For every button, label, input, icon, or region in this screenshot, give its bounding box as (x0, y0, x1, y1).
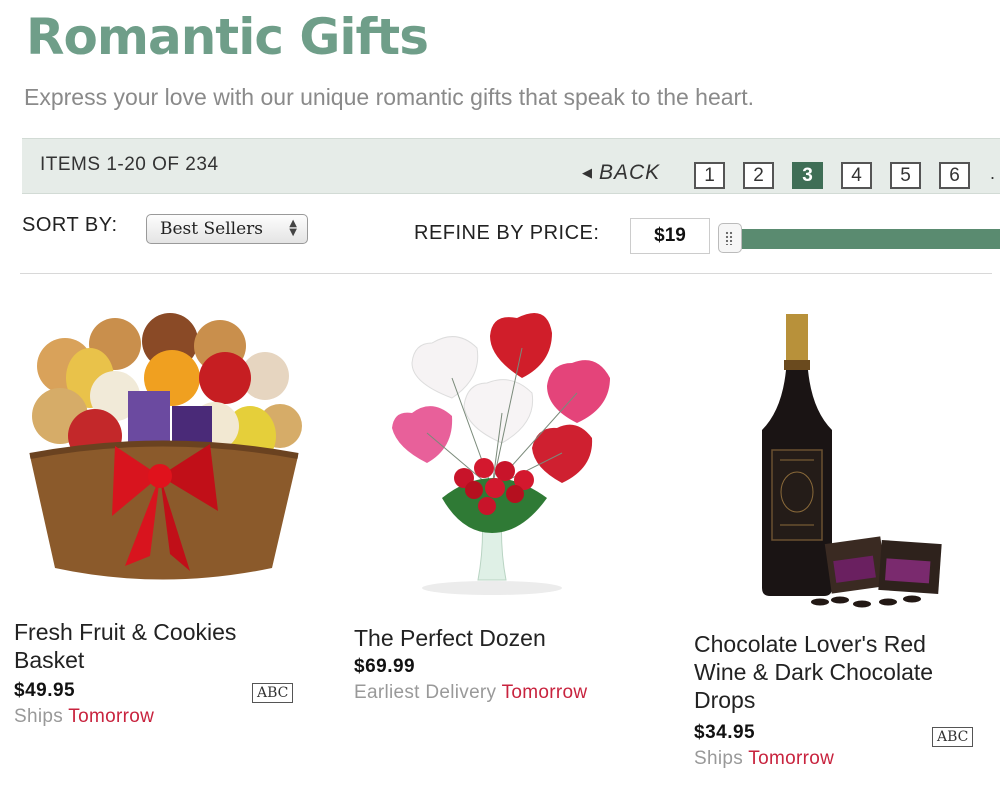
sort-select[interactable]: Best Sellers ▲ ▼ (146, 214, 308, 244)
wine-chocolate-image[interactable] (740, 310, 960, 610)
delivery-info: Earliest Delivery Tomorrow (354, 682, 587, 704)
page-button-3-current[interactable]: 3 (792, 162, 823, 189)
price-slider-track[interactable] (742, 229, 1000, 249)
delivery-prefix: Earliest Delivery (354, 682, 497, 703)
product-name[interactable]: Chocolate Lover's Red Wine & Dark Chocol… (694, 630, 974, 714)
product-name[interactable]: The Perfect Dozen (354, 624, 644, 652)
product-price: $34.95 (694, 722, 756, 743)
back-button[interactable]: ◀ BACK (582, 161, 660, 185)
delivery-when: Tomorrow (501, 682, 588, 703)
items-count: ITEMS 1-20 OF 234 (40, 154, 219, 175)
product-price: $69.99 (354, 656, 416, 677)
grip-icon (725, 231, 733, 245)
abc-badge-icon: ABC (932, 727, 974, 747)
back-label: BACK (599, 161, 661, 184)
delivery-when: Tomorrow (68, 706, 155, 727)
more-pages-ellipsis[interactable]: . (990, 163, 995, 184)
select-updown-icon: ▲ ▼ (289, 218, 297, 238)
page-button-4[interactable]: 4 (841, 162, 872, 189)
page-button-6[interactable]: 6 (939, 162, 970, 189)
sort-selected-value: Best Sellers (160, 219, 264, 239)
product-name[interactable]: Fresh Fruit & Cookies Basket (14, 618, 294, 674)
abc-badge-icon: ABC (252, 683, 294, 703)
delivery-info: Ships Tomorrow (694, 748, 834, 770)
divider (20, 273, 992, 274)
refine-price-label: REFINE BY PRICE: (414, 222, 600, 244)
delivery-prefix: Ships (694, 748, 744, 769)
product-price: $49.95 (14, 680, 76, 701)
delivery-when: Tomorrow (748, 748, 835, 769)
pagination-bar: ITEMS 1-20 OF 234 ◀ BACK 1 2 3 4 5 6 . (22, 138, 1000, 194)
page-button-1[interactable]: 1 (694, 162, 725, 189)
page-subtitle: Express your love with our unique romant… (24, 84, 754, 110)
sort-label: SORT BY: (22, 214, 118, 236)
delivery-prefix: Ships (14, 706, 64, 727)
roses-balloons-image[interactable] (372, 308, 622, 598)
page-button-2[interactable]: 2 (743, 162, 774, 189)
delivery-info: Ships Tomorrow (14, 706, 154, 728)
page-button-5[interactable]: 5 (890, 162, 921, 189)
price-slider-handle[interactable] (718, 223, 742, 253)
page-title: Romantic Gifts (26, 8, 429, 66)
min-price-input[interactable] (630, 218, 710, 254)
fruit-cookie-basket-image[interactable] (20, 306, 305, 596)
back-arrow-icon: ◀ (582, 165, 593, 180)
